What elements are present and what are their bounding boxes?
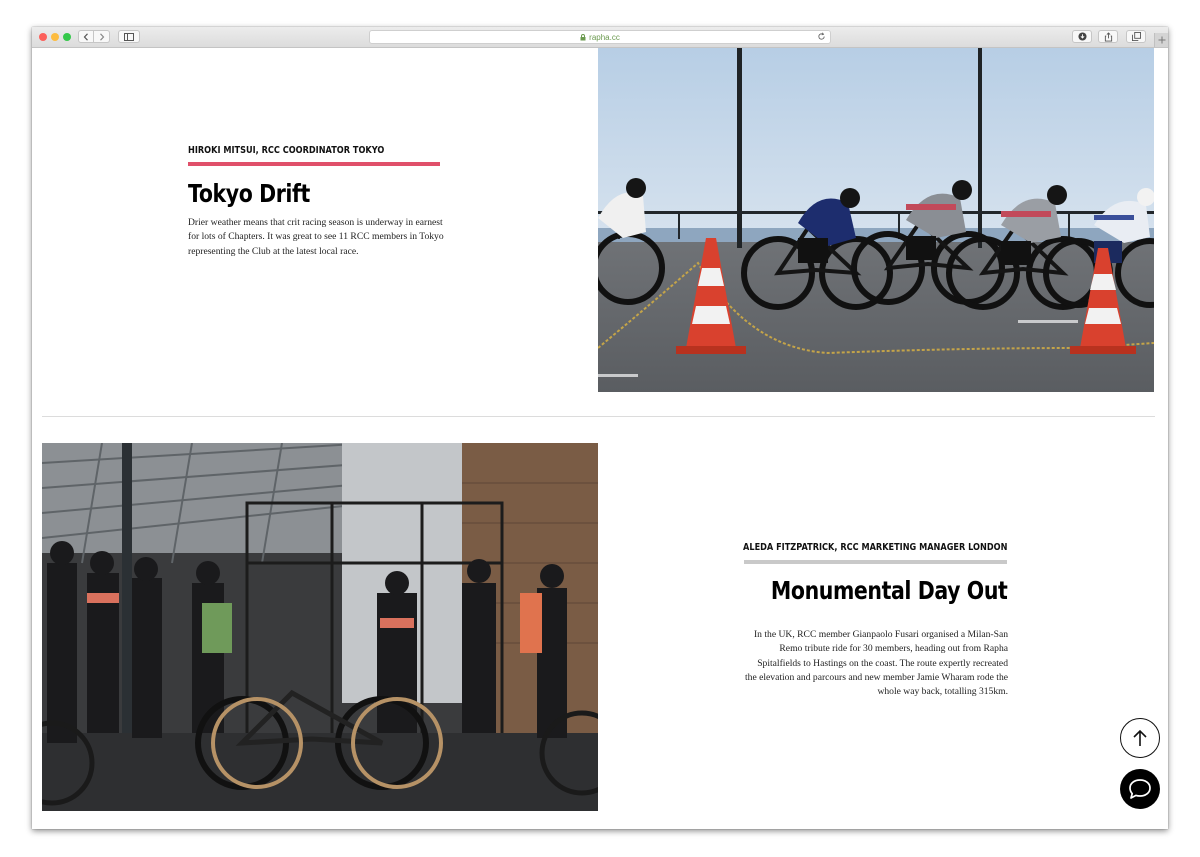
story-title[interactable]: Tokyo Drift [188,179,310,208]
forward-button[interactable] [94,30,110,43]
new-tab-button[interactable] [1154,33,1168,47]
story-body: Drier weather means that crit racing sea… [188,217,444,257]
show-tabs-button[interactable] [1126,30,1146,43]
story-byline: ALEDA FITZPATRICK, RCC MARKETING MANAGER… [742,542,1007,553]
chat-bubble-icon [1129,779,1151,799]
browser-window: rapha.cc HIROKI MITSUI, RCC COORDINATOR … [32,27,1168,829]
group-ride-photo [42,443,598,811]
story-title[interactable]: Monumental Day Out [771,576,1008,605]
zoom-window-button[interactable] [63,33,71,41]
plus-icon [1158,36,1166,44]
sidebar-toggle-button[interactable] [118,30,140,43]
byline-rule [188,162,440,166]
page-content: HIROKI MITSUI, RCC COORDINATOR TOKYO Tok… [32,48,1168,829]
lock-icon [580,33,586,40]
browser-toolbar: rapha.cc [32,27,1168,48]
sidebar-icon [124,32,134,41]
share-button[interactable] [1098,30,1118,43]
chevron-left-icon [83,32,88,41]
arrow-up-icon [1133,729,1147,746]
share-icon [1104,31,1112,41]
url-text: rapha.cc [589,32,620,42]
chevron-right-icon [99,32,104,41]
tabs-icon [1131,32,1141,41]
download-icon [1077,32,1087,41]
crit-race-photo [598,48,1154,392]
byline-rule [744,560,1007,564]
downloads-button[interactable] [1072,30,1092,43]
back-to-top-button[interactable] [1120,718,1160,758]
story-body: In the UK, RCC member Gianpaolo Fusari o… [744,629,1008,698]
back-button[interactable] [78,30,94,43]
reload-icon[interactable] [817,32,826,41]
story-byline: HIROKI MITSUI, RCC COORDINATOR TOKYO [188,145,385,156]
section-divider [42,416,1155,417]
chat-button[interactable] [1120,769,1160,809]
minimize-window-button[interactable] [51,33,59,41]
address-bar[interactable]: rapha.cc [369,30,831,44]
close-window-button[interactable] [39,33,47,41]
